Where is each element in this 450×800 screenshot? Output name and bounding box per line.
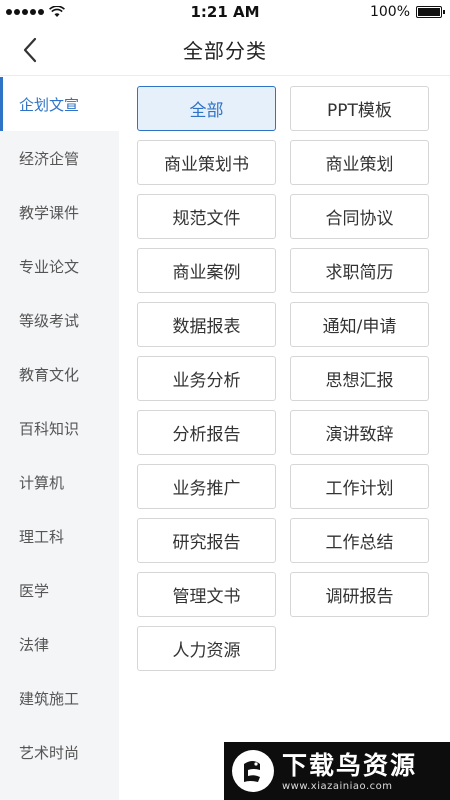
- page-title: 全部分类: [183, 39, 267, 63]
- sidebar-item[interactable]: 专业论文: [0, 239, 119, 293]
- category-chip[interactable]: 全部: [137, 86, 276, 131]
- chevron-left-icon: [23, 37, 37, 63]
- battery-level: [418, 8, 440, 16]
- category-chip[interactable]: 人力资源: [137, 626, 276, 671]
- category-chip[interactable]: 工作总结: [290, 518, 429, 563]
- subcategory-grid: 全部 PPT模板 商业策划书 商业策划 规范文件 合同协议 商业案例 求职简历 数据报表 通知/申…: [137, 86, 431, 671]
- watermark-banner: 下载鸟资源 www.xiazainiao.com: [224, 742, 450, 800]
- watermark-text: 下载鸟资源 www.xiazainiao.com: [282, 751, 417, 792]
- sidebar-item[interactable]: 法律: [0, 617, 119, 671]
- status-left: [6, 6, 65, 18]
- status-bar: 1:21 AM 100%: [0, 0, 450, 24]
- category-chip[interactable]: PPT模板: [290, 86, 429, 131]
- signal-strength-icon: [6, 9, 44, 15]
- category-chip[interactable]: 合同协议: [290, 194, 429, 239]
- category-chip[interactable]: 业务分析: [137, 356, 276, 401]
- sidebar-item[interactable]: 医学: [0, 563, 119, 617]
- sidebar-item[interactable]: 等级考试: [0, 293, 119, 347]
- sidebar-item[interactable]: 百科知识: [0, 401, 119, 455]
- battery-icon: [416, 6, 445, 18]
- back-button[interactable]: [14, 34, 46, 66]
- category-chip[interactable]: 求职简历: [290, 248, 429, 293]
- category-chip[interactable]: 调研报告: [290, 572, 429, 617]
- watermark-title: 下载鸟资源: [282, 750, 418, 780]
- navigation-bar: 全部分类: [0, 24, 450, 76]
- category-chip[interactable]: 管理文书: [137, 572, 276, 617]
- sidebar-item[interactable]: 经济企管: [0, 131, 119, 185]
- sidebar-item[interactable]: 企划文宣: [0, 77, 119, 131]
- category-chip[interactable]: 商业策划书: [137, 140, 276, 185]
- category-chip[interactable]: 工作计划: [290, 464, 429, 509]
- sidebar-item[interactable]: 计算机: [0, 455, 119, 509]
- category-chip[interactable]: 研究报告: [137, 518, 276, 563]
- battery-percent: 100%: [369, 4, 410, 20]
- bird-logo-icon: [232, 750, 274, 792]
- category-chip[interactable]: 通知/申请: [290, 302, 429, 347]
- wifi-icon: [49, 6, 65, 17]
- status-right: 100%: [369, 4, 445, 20]
- sidebar-item[interactable]: 建筑施工: [0, 671, 119, 725]
- category-sidebar: 企划文宣 经济企管 教学课件 专业论文 等级考试 教育文化 百科知识 计算机 理工科 医学 法律 建筑…: [0, 77, 119, 800]
- category-chip[interactable]: 数据报表: [137, 302, 276, 347]
- category-chip[interactable]: 演讲致辞: [290, 410, 429, 455]
- sidebar-item[interactable]: 教学课件: [0, 185, 119, 239]
- category-chip[interactable]: 思想汇报: [290, 356, 429, 401]
- watermark-url: www.xiazainiao.com: [282, 780, 393, 792]
- sidebar-item[interactable]: 教育文化: [0, 347, 119, 401]
- category-chip[interactable]: 商业策划: [290, 140, 429, 185]
- sidebar-item[interactable]: 理工科: [0, 509, 119, 563]
- sidebar-item[interactable]: 艺术时尚: [0, 725, 119, 779]
- category-chip[interactable]: 规范文件: [137, 194, 276, 239]
- category-chip[interactable]: 分析报告: [137, 410, 276, 455]
- category-chip[interactable]: 商业案例: [137, 248, 276, 293]
- category-chip[interactable]: 业务推广: [137, 464, 276, 509]
